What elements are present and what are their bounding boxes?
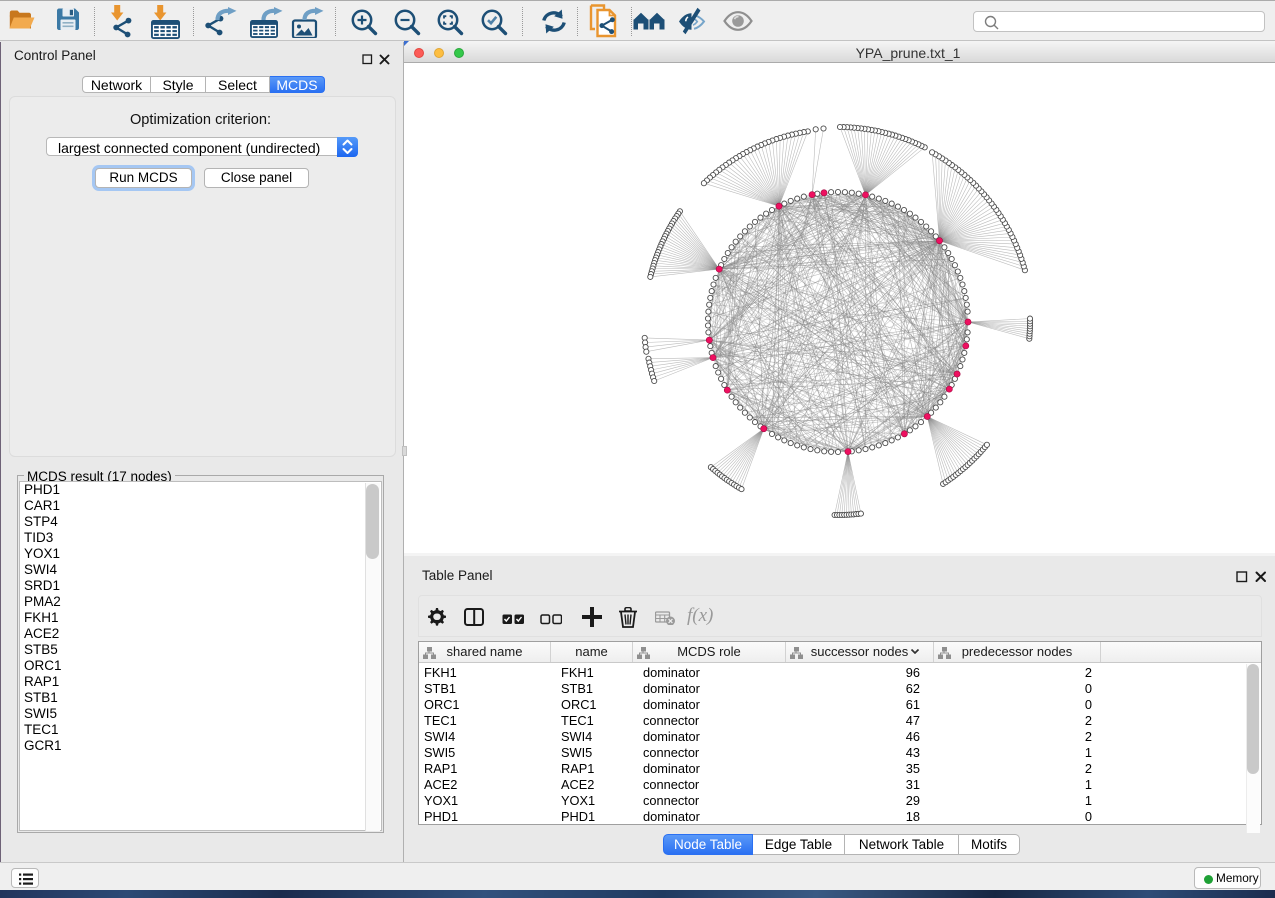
- svg-text:f(x): f(x): [687, 606, 713, 626]
